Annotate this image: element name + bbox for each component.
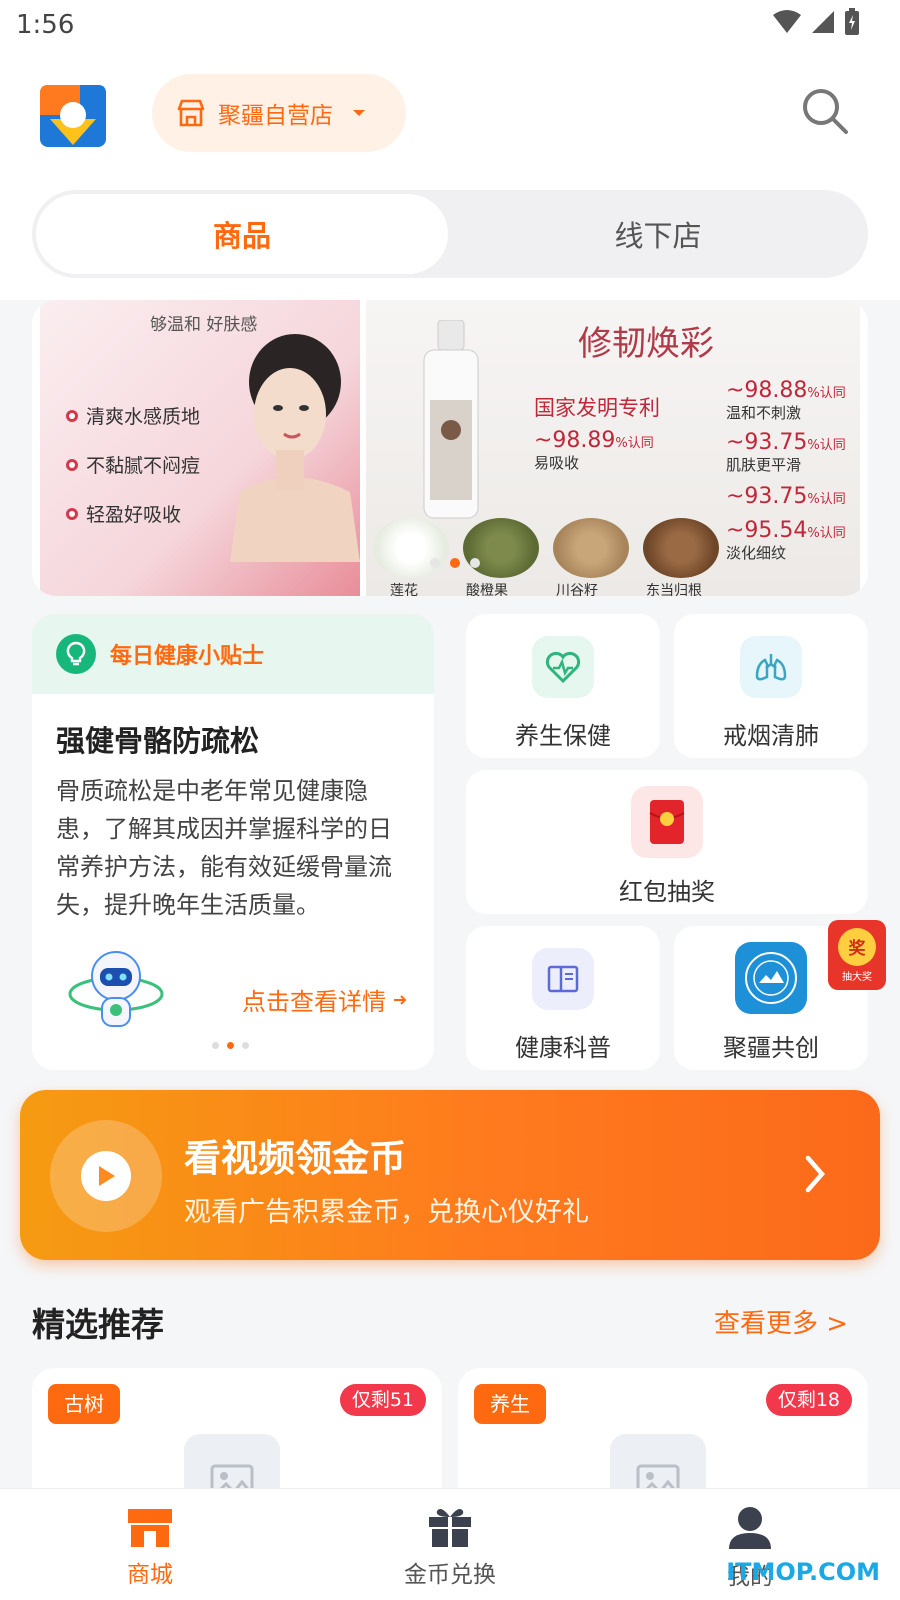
app-logo (40, 85, 106, 147)
banner-title: 修韧焕彩 (578, 324, 714, 364)
banner-stat: ~98.88%认同 温和不刺激 (726, 378, 846, 423)
lungs-icon (740, 636, 802, 698)
tile-label: 健康科普 (515, 1034, 611, 1062)
view-more-link[interactable]: 查看更多 > (714, 1303, 848, 1340)
carousel-dot[interactable] (242, 1042, 249, 1049)
store-name: 聚疆自营店 (218, 103, 333, 129)
tab-products[interactable]: 商品 (36, 194, 448, 274)
tab-offline-store[interactable]: 线下店 (452, 194, 864, 274)
store-type-segmented-control: 商品 线下店 (32, 190, 868, 278)
video-banner-title: 看视频领金币 (184, 1137, 406, 1180)
carousel-dot[interactable] (212, 1042, 219, 1049)
tile-label: 养生保健 (515, 722, 611, 750)
banner-bullet: 轻盈好吸收 (66, 500, 200, 527)
carousel-dot-active[interactable] (450, 558, 460, 568)
chevron-down-icon (353, 110, 365, 116)
tip-header-title: 每日健康小贴士 (110, 644, 265, 669)
lotus-image (373, 518, 449, 578)
robot-mascot-icon (68, 951, 164, 1027)
health-tip-card[interactable]: 每日健康小贴士 强健骨骼防疏松 骨质疏松是中老年常见健康隐患，了解其成因并掌握科… (32, 614, 434, 1070)
carousel-dot[interactable] (470, 558, 480, 568)
tip-body: 骨质疏松是中老年常见健康隐患，了解其成因并掌握科学的日常养护方法，能有效延缓骨量… (56, 777, 392, 919)
tip-header: 每日健康小贴士 (32, 614, 434, 694)
bitter-orange-image (463, 518, 539, 578)
status-bar: 1:56 (0, 0, 900, 50)
product-tag: 养生 (474, 1384, 546, 1424)
carousel-dot[interactable] (430, 558, 440, 568)
battery-icon (845, 8, 859, 35)
coix-seed-image (553, 518, 629, 578)
play-button[interactable] (50, 1120, 162, 1232)
prize-draw-badge[interactable]: 奖 抽大奖 (828, 920, 886, 990)
arrow-right-icon (394, 994, 407, 1005)
red-packet-icon (631, 786, 703, 858)
banner-bullet: 不黏腻不闷痘 (66, 451, 200, 478)
status-time: 1:56 (16, 10, 75, 40)
banner-carousel-dots (430, 558, 480, 568)
herb-images (366, 518, 726, 578)
herb-labels: 莲花 酸橙果 川谷籽 东当归根 (390, 583, 702, 596)
user-icon (729, 1507, 771, 1549)
tile-label: 聚疆共创 (723, 1034, 819, 1062)
tile-red-packet-draw[interactable]: 红包抽奖 (466, 770, 868, 914)
carousel-dot-active[interactable] (227, 1042, 234, 1049)
product-card[interactable]: 古树 仅剩51 (32, 1368, 442, 1530)
banner-bullet: 清爽水感质地 (66, 402, 200, 429)
bullet-dot-icon (66, 458, 78, 471)
tab-mall[interactable]: 商城 (0, 1489, 300, 1600)
gift-icon (429, 1509, 471, 1547)
bullet-dot-icon (66, 409, 78, 422)
store-icon (177, 99, 205, 127)
product-bottle-image (423, 320, 479, 519)
banner-right-panel: 修韧焕彩 国家发明专利 ~98.89%认同 易吸收 ~98.88%认同 温和不刺激 … (366, 300, 860, 596)
video-banner-subtitle: 观看广告积累金币，兑换心仪好礼 (184, 1197, 589, 1228)
tile-quit-smoking[interactable]: 戒烟清肺 (674, 614, 868, 758)
tip-title: 强健骨骼防疏松 (56, 724, 260, 758)
site-watermark: ITMOP.COM (726, 1558, 880, 1586)
banner-stat: ~98.89%认同 易吸收 (534, 428, 654, 473)
tile-label: 红包抽奖 (619, 878, 715, 906)
bullet-dot-icon (66, 507, 78, 520)
tip-carousel-dots (212, 1042, 249, 1049)
model-portrait-image (230, 334, 360, 562)
watch-video-banner[interactable]: 看视频领金币 观看广告积累金币，兑换心仪好礼 (20, 1090, 880, 1260)
tab-coin-exchange[interactable]: 金币兑换 (300, 1489, 600, 1600)
tab-label: 金币兑换 (404, 1562, 496, 1588)
banner-stat: ~93.75%认同 肌肤更平滑 (726, 430, 846, 475)
status-icons (772, 8, 860, 36)
angelica-root-image (643, 518, 719, 578)
tab-label: 商城 (127, 1562, 173, 1588)
tile-label: 戒烟清肺 (723, 722, 819, 750)
banner-stat: ~93.75%认同 (726, 484, 846, 509)
prize-coin-icon: 奖 (838, 927, 876, 966)
banner-bullets: 清爽水感质地 不黏腻不闷痘 轻盈好吸收 (66, 402, 200, 527)
co-create-emblem-icon (735, 942, 807, 1014)
chevron-right-icon (805, 1155, 825, 1193)
lightbulb-icon (56, 634, 96, 674)
heart-pulse-icon (532, 636, 594, 698)
banner-stat: ~95.54%认同 淡化细纹 (726, 518, 846, 563)
shop-icon (128, 1509, 172, 1547)
prize-badge-label: 抽大奖 (842, 971, 872, 983)
search-icon[interactable] (800, 86, 850, 136)
product-card[interactable]: 养生 仅剩18 (458, 1368, 868, 1530)
wifi-icon (773, 10, 801, 33)
product-tag: 古树 (48, 1384, 120, 1424)
play-icon (81, 1151, 131, 1201)
stock-badge: 仅剩18 (765, 1384, 852, 1416)
view-details-link[interactable]: 点击查看详情 (242, 982, 408, 1017)
store-selector[interactable]: 聚疆自营店 (152, 74, 406, 152)
tile-health-care[interactable]: 养生保健 (466, 614, 660, 758)
banner-patent: 国家发明专利 (534, 396, 660, 420)
section-title: 精选推荐 (32, 1305, 164, 1344)
book-icon (532, 948, 594, 1010)
banner-left-panel: 够温和 好肤感 清爽水感质地 不黏腻不闷痘 轻盈好吸收 (40, 300, 360, 596)
signal-icon (812, 11, 834, 33)
promo-banner[interactable]: 够温和 好肤感 清爽水感质地 不黏腻不闷痘 轻盈好吸收 修韧焕彩 国家发明专利 … (32, 300, 868, 596)
header: 聚疆自营店 商品 线下店 (0, 50, 900, 300)
tile-health-science[interactable]: 健康科普 (466, 926, 660, 1070)
stock-badge: 仅剩51 (339, 1384, 426, 1416)
